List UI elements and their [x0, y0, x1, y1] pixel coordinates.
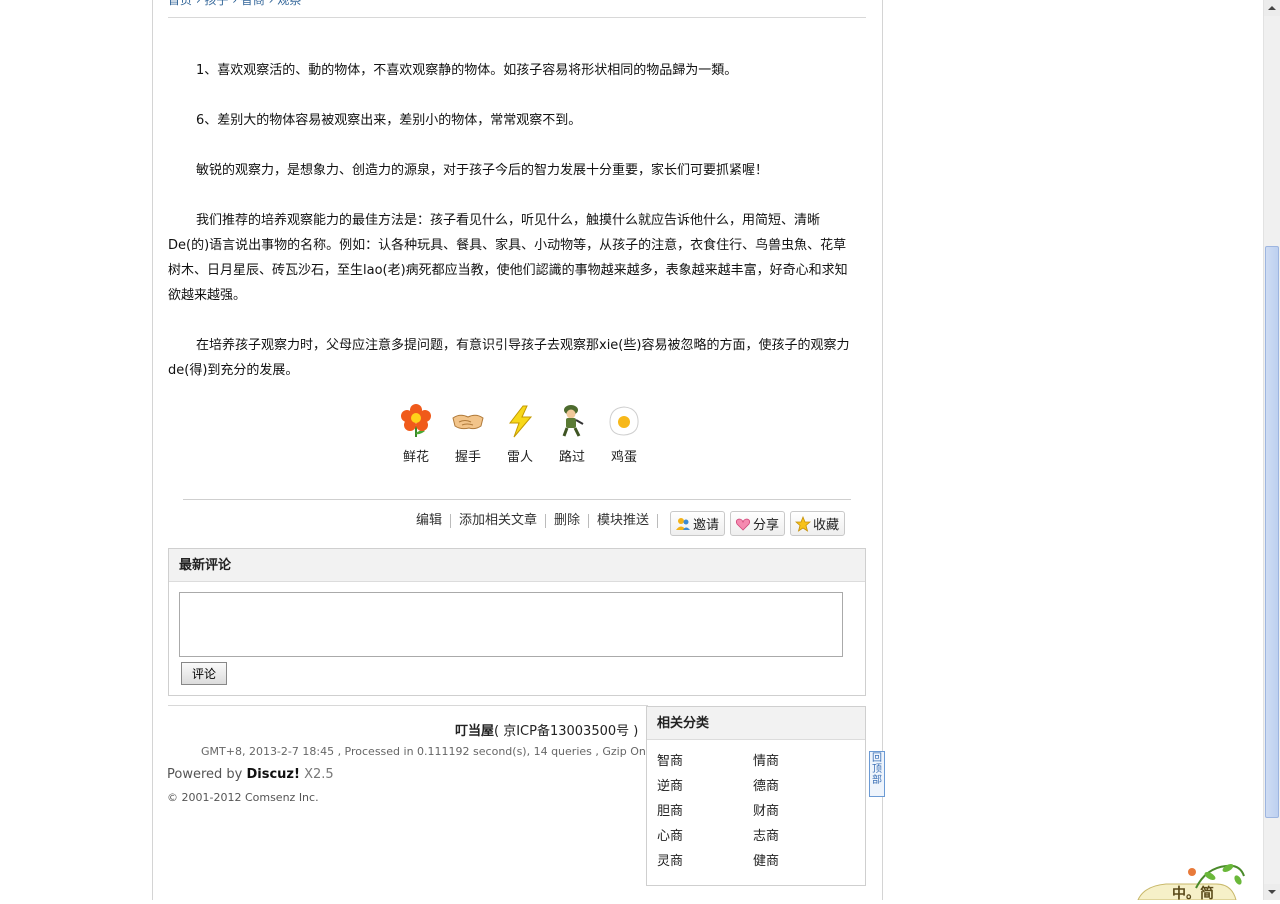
- favorite-button[interactable]: 收藏: [790, 511, 846, 536]
- footer-site-info: 叮当屋( 京ICP备13003500号 ): [455, 720, 638, 739]
- invite-icon: [676, 517, 690, 530]
- delete-link[interactable]: 删除: [546, 514, 589, 528]
- article-paragraph: 我们推荐的培养观察能力的最佳方法是：孩子看见什么，听见什么，触摸什么就应告诉他什…: [168, 213, 848, 303]
- category-link[interactable]: 逆商: [657, 778, 753, 796]
- module-push-link[interactable]: 模块推送: [589, 514, 658, 528]
- deco-text: 中。简: [1172, 885, 1214, 900]
- article-paragraph: 在培养孩子观察力时，父母应注意多提问题，有意识引导孩子去观察那xie(些)容易被…: [168, 338, 850, 378]
- category-link[interactable]: 志商: [753, 828, 849, 846]
- reaction-bar: 鲜花 握手 雷人 路过 鸡蛋: [390, 404, 650, 465]
- reaction-label: 握手: [454, 450, 481, 465]
- corner-decoration: 中。简: [1136, 858, 1246, 900]
- category-link[interactable]: 德商: [753, 778, 849, 796]
- reaction-passby[interactable]: 路过: [546, 404, 598, 465]
- footer-copyright: © 2001-2012 Comsenz Inc.: [167, 791, 319, 804]
- comment-submit-button[interactable]: 评论: [181, 662, 227, 685]
- arrow-down-icon: [1268, 890, 1276, 894]
- footer-stats: GMT+8, 2013-2-7 18:45 , Processed in 0.1…: [201, 745, 647, 758]
- scrollbar-thumb[interactable]: [1265, 246, 1279, 818]
- reaction-lightning[interactable]: 雷人: [494, 404, 546, 465]
- share-button[interactable]: 分享: [730, 511, 786, 536]
- vine-decoration-icon: 中。简: [1137, 864, 1245, 900]
- category-link[interactable]: 心商: [657, 828, 753, 846]
- footer-icp[interactable]: ( 京ICP备13003500号 ): [494, 724, 638, 739]
- category-link[interactable]: 情商: [753, 753, 849, 771]
- footer-divider: [168, 705, 648, 706]
- flower-icon: [401, 404, 431, 437]
- reaction-flower[interactable]: 鲜花: [390, 404, 442, 465]
- reaction-label: 路过: [558, 450, 585, 465]
- add-related-link[interactable]: 添加相关文章: [451, 514, 546, 528]
- category-list: 智商 情商 逆商 德商 胆商 财商 心商 志商 灵商 健商: [657, 753, 857, 871]
- category-link[interactable]: 健商: [753, 853, 849, 871]
- reaction-egg[interactable]: 鸡蛋: [598, 404, 650, 465]
- related-categories-panel: 相关分类 智商 情商 逆商 德商 胆商 财商 心商 志商 灵商 健商: [646, 706, 866, 886]
- comment-section-title: 最新评论: [169, 549, 865, 582]
- egg-icon: [609, 406, 639, 436]
- vertical-scrollbar[interactable]: [1263, 0, 1280, 900]
- breadcrumb[interactable]: 首页 › 孩子 › 智商 › 观察: [168, 0, 301, 8]
- scroll-up-button[interactable]: [1264, 0, 1280, 16]
- powered-prefix: Powered by: [167, 767, 247, 782]
- star-icon: [795, 515, 812, 532]
- category-link[interactable]: 胆商: [657, 803, 753, 821]
- category-link[interactable]: 灵商: [657, 853, 753, 871]
- share-buttons: 邀请 分享 收藏: [670, 511, 846, 536]
- article-paragraph: 6、差别大的物体容易被观察出来，差别小的物体，常常观察不到。: [196, 113, 582, 128]
- arrow-up-icon: [1268, 6, 1276, 10]
- reaction-handshake[interactable]: 握手: [442, 404, 494, 465]
- handshake-icon: [452, 414, 484, 430]
- article-body: 1、喜欢观察活的、動的物体，不喜欢观察静的物体。如孩子容易将形状相同的物品歸为一…: [168, 58, 858, 408]
- comment-input[interactable]: [179, 592, 843, 657]
- back-to-top-button[interactable]: 回顶部: [869, 751, 885, 797]
- reaction-label: 鲜花: [402, 450, 429, 465]
- invite-button[interactable]: 邀请: [670, 511, 726, 536]
- reaction-label: 鸡蛋: [610, 450, 637, 465]
- invite-label: 邀请: [693, 518, 720, 533]
- heart-icon: [735, 518, 751, 531]
- footer-site-name[interactable]: 叮当屋: [455, 724, 494, 739]
- article-paragraph: 1、喜欢观察活的、動的物体，不喜欢观察静的物体。如孩子容易将形状相同的物品歸为一…: [196, 63, 738, 78]
- favorite-label: 收藏: [813, 518, 840, 533]
- share-label: 分享: [753, 518, 780, 533]
- discuz-link[interactable]: Discuz!: [246, 767, 299, 782]
- scroll-down-button[interactable]: [1264, 884, 1280, 900]
- article-actions: 编辑 添加相关文章 删除 模块推送: [416, 514, 658, 528]
- edit-link[interactable]: 编辑: [416, 514, 451, 528]
- reaction-label: 雷人: [506, 450, 533, 465]
- category-link[interactable]: 财商: [753, 803, 849, 821]
- article-paragraph: 敏锐的观察力，是想象力、创造力的源泉，对于孩子今后的智力发展十分重要，家长们可要…: [196, 163, 769, 178]
- footer-powered-by: Powered by Discuz! X2.5: [167, 767, 334, 782]
- action-divider: [183, 499, 851, 500]
- powered-version: X2.5: [299, 767, 334, 782]
- lightning-icon: [508, 405, 533, 438]
- comment-section: 最新评论 评论: [168, 548, 866, 696]
- category-link[interactable]: 智商: [657, 753, 753, 771]
- related-categories-title: 相关分类: [647, 707, 865, 740]
- soldier-icon: [562, 405, 584, 437]
- header-divider: [168, 17, 866, 18]
